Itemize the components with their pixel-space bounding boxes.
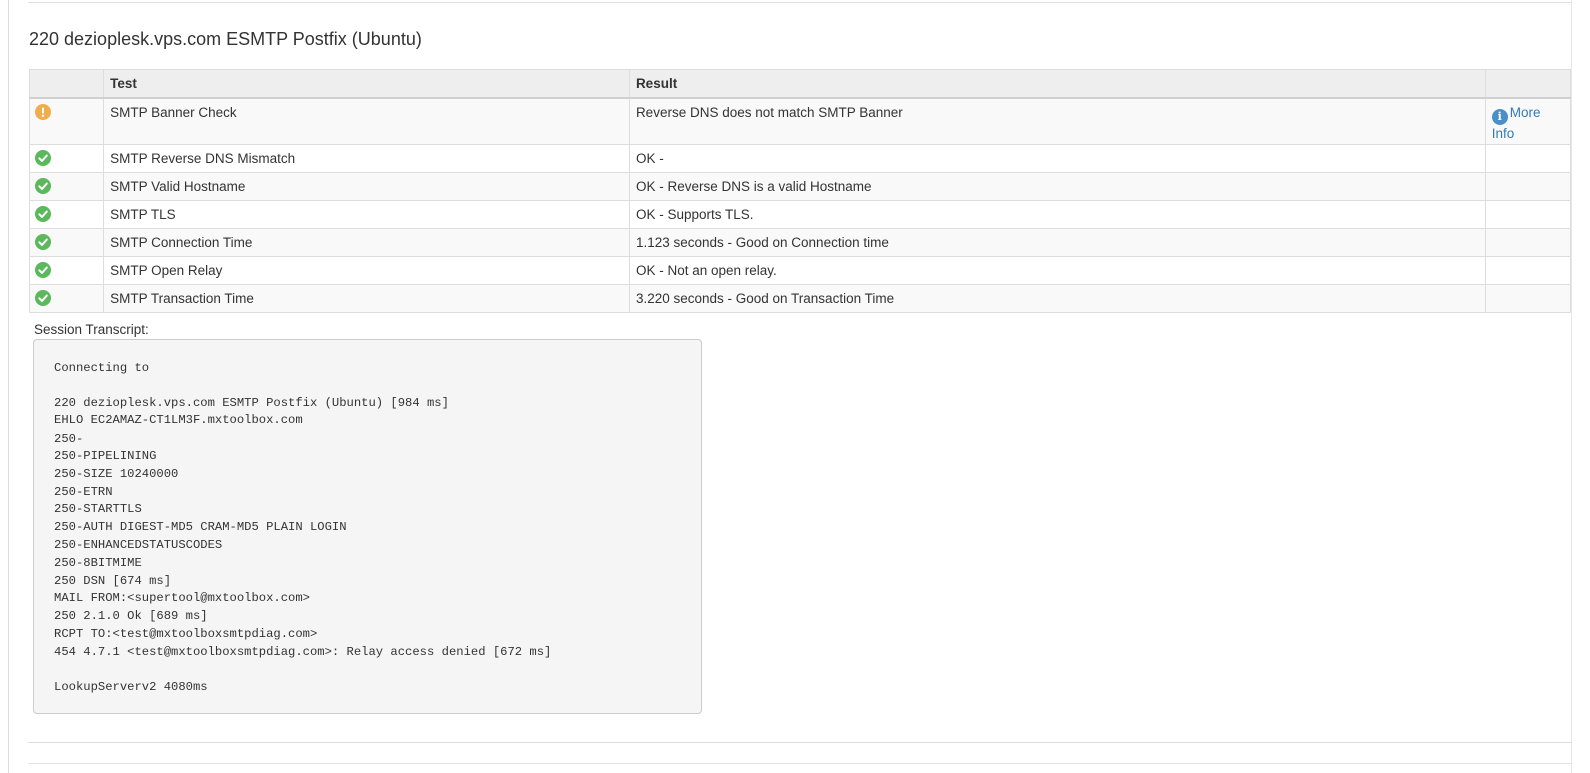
transcript-line: 250-ENHANCEDSTATUSCODES <box>54 537 223 552</box>
test-result: OK - Not an open relay. <box>628 255 1486 285</box>
transcript-line: 250 2.1.0 Ok [689 ms] <box>54 609 208 624</box>
status-cell <box>28 255 105 285</box>
transcript-line: RCPT TO:<test@mxtoolboxsmtpdiag.com> <box>54 626 318 641</box>
transcript-line: 250-STARTTLS <box>54 502 142 517</box>
bottom-divider-2 <box>28 763 1572 764</box>
check-circle-icon <box>35 261 51 278</box>
table-row: SMTP Reverse DNS Mismatch OK - <box>28 143 1572 173</box>
more-info-link[interactable]: i More Info <box>1491 104 1564 142</box>
action-column-header <box>1484 69 1572 99</box>
top-divider <box>28 2 1572 3</box>
check-circle-icon <box>35 177 51 194</box>
action-cell <box>1484 171 1572 201</box>
transcript-line: 454 4.7.1 <test@mxtoolboxsmtpdiag.com>: … <box>54 644 552 659</box>
status-cell <box>28 171 105 201</box>
transcript-line: 220 dezioplesk.vps.com ESMTP Postfix (Ub… <box>54 395 449 410</box>
status-cell <box>28 97 105 145</box>
transcript-line: LookupServerv2 4080ms <box>54 680 208 695</box>
table-row: SMTP Banner Check Reverse DNS does not m… <box>28 97 1572 145</box>
left-border <box>8 0 9 773</box>
transcript-line <box>54 377 701 395</box>
transcript-line: 250-8BITMIME <box>54 555 142 570</box>
table-header-row: Test Result <box>28 69 1572 99</box>
transcript-line-text: Connecting to <box>54 361 157 375</box>
status-cell <box>28 283 105 313</box>
status-cell <box>28 227 105 257</box>
test-result: 3.220 seconds - Good on Transaction Time <box>628 283 1486 313</box>
action-cell <box>1484 283 1572 313</box>
results-table: Test Result SMTP Banner Check Reverse DN… <box>28 69 1572 313</box>
table-row: SMTP TLS OK - Supports TLS. <box>28 199 1572 229</box>
transcript-line: 250-PIPELINING <box>54 448 157 463</box>
exclamation-circle-icon <box>35 104 51 120</box>
check-circle-icon <box>35 149 51 166</box>
transcript-line: 250-SIZE 10240000 <box>54 466 179 481</box>
transcript-line-text: 250- <box>54 432 84 447</box>
status-cell <box>28 199 105 229</box>
table-row: SMTP Open Relay OK - Not an open relay. <box>28 255 1572 285</box>
test-name: SMTP Reverse DNS Mismatch <box>103 143 630 173</box>
transcript-line: 250-AUTH DIGEST-MD5 CRAM-MD5 PLAIN LOGIN <box>54 520 347 535</box>
test-name: SMTP TLS <box>103 199 630 229</box>
test-name: SMTP Open Relay <box>103 255 630 285</box>
redacted-host <box>156 359 277 373</box>
result-column-header: Result <box>628 69 1486 99</box>
transcript-line: MAIL FROM:<supertool@mxtoolbox.com> <box>54 591 310 606</box>
test-name: SMTP Valid Hostname <box>103 171 630 201</box>
transcript-line: Connecting to <box>54 359 701 377</box>
status-cell <box>28 143 105 173</box>
check-circle-icon <box>35 205 51 222</box>
test-name: SMTP Transaction Time <box>103 283 630 313</box>
test-name: SMTP Banner Check <box>103 97 630 145</box>
test-result: OK - Supports TLS. <box>628 199 1486 229</box>
transcript-line: 250-ETRN <box>54 484 113 499</box>
table-row: SMTP Connection Time 1.123 seconds - Goo… <box>28 227 1572 257</box>
redacted-hostname <box>667 150 948 165</box>
action-cell <box>1484 227 1572 257</box>
right-border <box>1571 0 1572 773</box>
test-result: OK - Reverse DNS is a valid Hostname <box>628 171 1486 201</box>
action-cell: i More Info <box>1484 97 1572 145</box>
status-column-header <box>28 69 105 99</box>
smtp-banner-heading: 220 dezioplesk.vps.com ESMTP Postfix (Ub… <box>29 29 422 49</box>
info-circle-icon: i <box>1491 109 1508 125</box>
table-row: SMTP Valid Hostname OK - Reverse DNS is … <box>28 171 1572 201</box>
session-transcript-label: Session Transcript: <box>34 322 149 337</box>
redacted-host <box>83 430 224 445</box>
bottom-divider <box>28 742 1572 743</box>
test-column-header: Test <box>103 69 630 99</box>
session-transcript[interactable]: Connecting to 220 dezioplesk.vps.com ESM… <box>33 339 702 714</box>
action-cell <box>1484 143 1572 173</box>
transcript-line: 250- <box>54 430 701 448</box>
test-result: 1.123 seconds - Good on Connection time <box>628 227 1486 257</box>
table-row: SMTP Transaction Time 3.220 seconds - Go… <box>28 283 1572 313</box>
check-circle-icon <box>35 289 51 306</box>
test-result: OK - <box>628 143 1486 173</box>
test-name: SMTP Connection Time <box>103 227 630 257</box>
test-result-text: OK - <box>635 150 668 166</box>
test-result: Reverse DNS does not match SMTP Banner <box>628 97 1486 145</box>
transcript-line: 250 DSN [674 ms] <box>54 573 172 588</box>
action-cell <box>1484 199 1572 229</box>
check-circle-icon <box>35 233 51 250</box>
transcript-line: EHLO EC2AMAZ-CT1LM3F.mxtoolbox.com <box>54 413 303 428</box>
transcript-line <box>54 662 701 680</box>
action-cell <box>1484 255 1572 285</box>
